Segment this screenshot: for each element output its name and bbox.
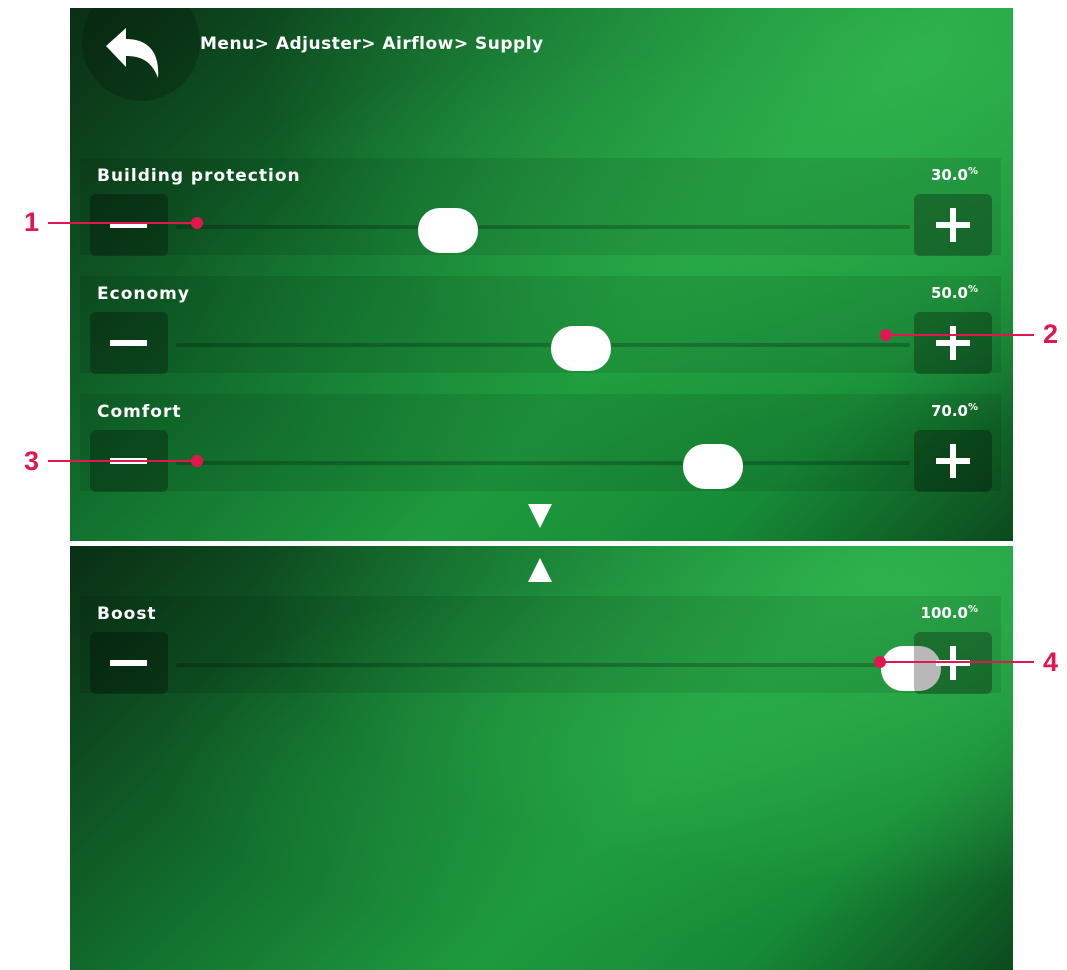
- scroll-up-button[interactable]: [528, 558, 552, 582]
- callout-line: [48, 460, 198, 462]
- bottom-screen: Boost 100.0%: [70, 546, 1013, 970]
- callout-dot: [880, 329, 892, 341]
- slider-track[interactable]: [176, 225, 910, 229]
- slider-handle[interactable]: [682, 444, 743, 489]
- slider-value: 100.0%: [920, 604, 978, 622]
- slider-row-comfort: Comfort 70.0%: [80, 394, 1001, 492]
- back-arrow-icon: [106, 28, 159, 78]
- increase-button[interactable]: [914, 430, 992, 492]
- slider-value: 70.0%: [930, 402, 978, 420]
- callout-line: [880, 661, 1034, 663]
- callout-number: 1: [24, 207, 40, 237]
- slider-row-boost: Boost 100.0%: [80, 596, 1001, 694]
- increase-button[interactable]: [914, 194, 992, 256]
- slider-value: 30.0%: [930, 166, 978, 184]
- slider-label: Building protection: [97, 166, 301, 186]
- callout-line: [886, 334, 1034, 336]
- minus-icon: [110, 340, 147, 346]
- scroll-down-button[interactable]: [528, 504, 552, 528]
- decrease-button[interactable]: [90, 312, 168, 374]
- slider-handle[interactable]: [550, 326, 611, 371]
- callout-number: 4: [1043, 647, 1059, 677]
- slider-label: Boost: [97, 604, 157, 624]
- slider-label: Economy: [97, 284, 190, 304]
- top-screen: Menu> Adjuster> Airflow> Supply Building…: [70, 8, 1013, 541]
- breadcrumb: Menu> Adjuster> Airflow> Supply: [200, 34, 544, 54]
- slider-value: 50.0%: [930, 284, 978, 302]
- decrease-button[interactable]: [90, 632, 168, 694]
- decrease-button[interactable]: [90, 194, 168, 256]
- slider-row-building-protection: Building protection 30.0%: [80, 158, 1001, 256]
- callout-dot: [874, 656, 886, 668]
- slider-label: Comfort: [97, 402, 182, 422]
- callout-line: [48, 222, 198, 224]
- slider-track[interactable]: [176, 343, 910, 347]
- callout-dot: [191, 217, 203, 229]
- slider-row-economy: Economy 50.0%: [80, 276, 1001, 374]
- increase-button[interactable]: [914, 632, 992, 694]
- increase-button[interactable]: [914, 312, 992, 374]
- slider-track[interactable]: [176, 663, 910, 667]
- slider-handle[interactable]: [418, 208, 479, 253]
- callout-dot: [191, 455, 203, 467]
- minus-icon: [110, 660, 147, 666]
- slider-track[interactable]: [176, 461, 910, 465]
- callout-number: 2: [1043, 319, 1059, 349]
- back-button[interactable]: [92, 16, 172, 96]
- callout-number: 3: [24, 446, 40, 476]
